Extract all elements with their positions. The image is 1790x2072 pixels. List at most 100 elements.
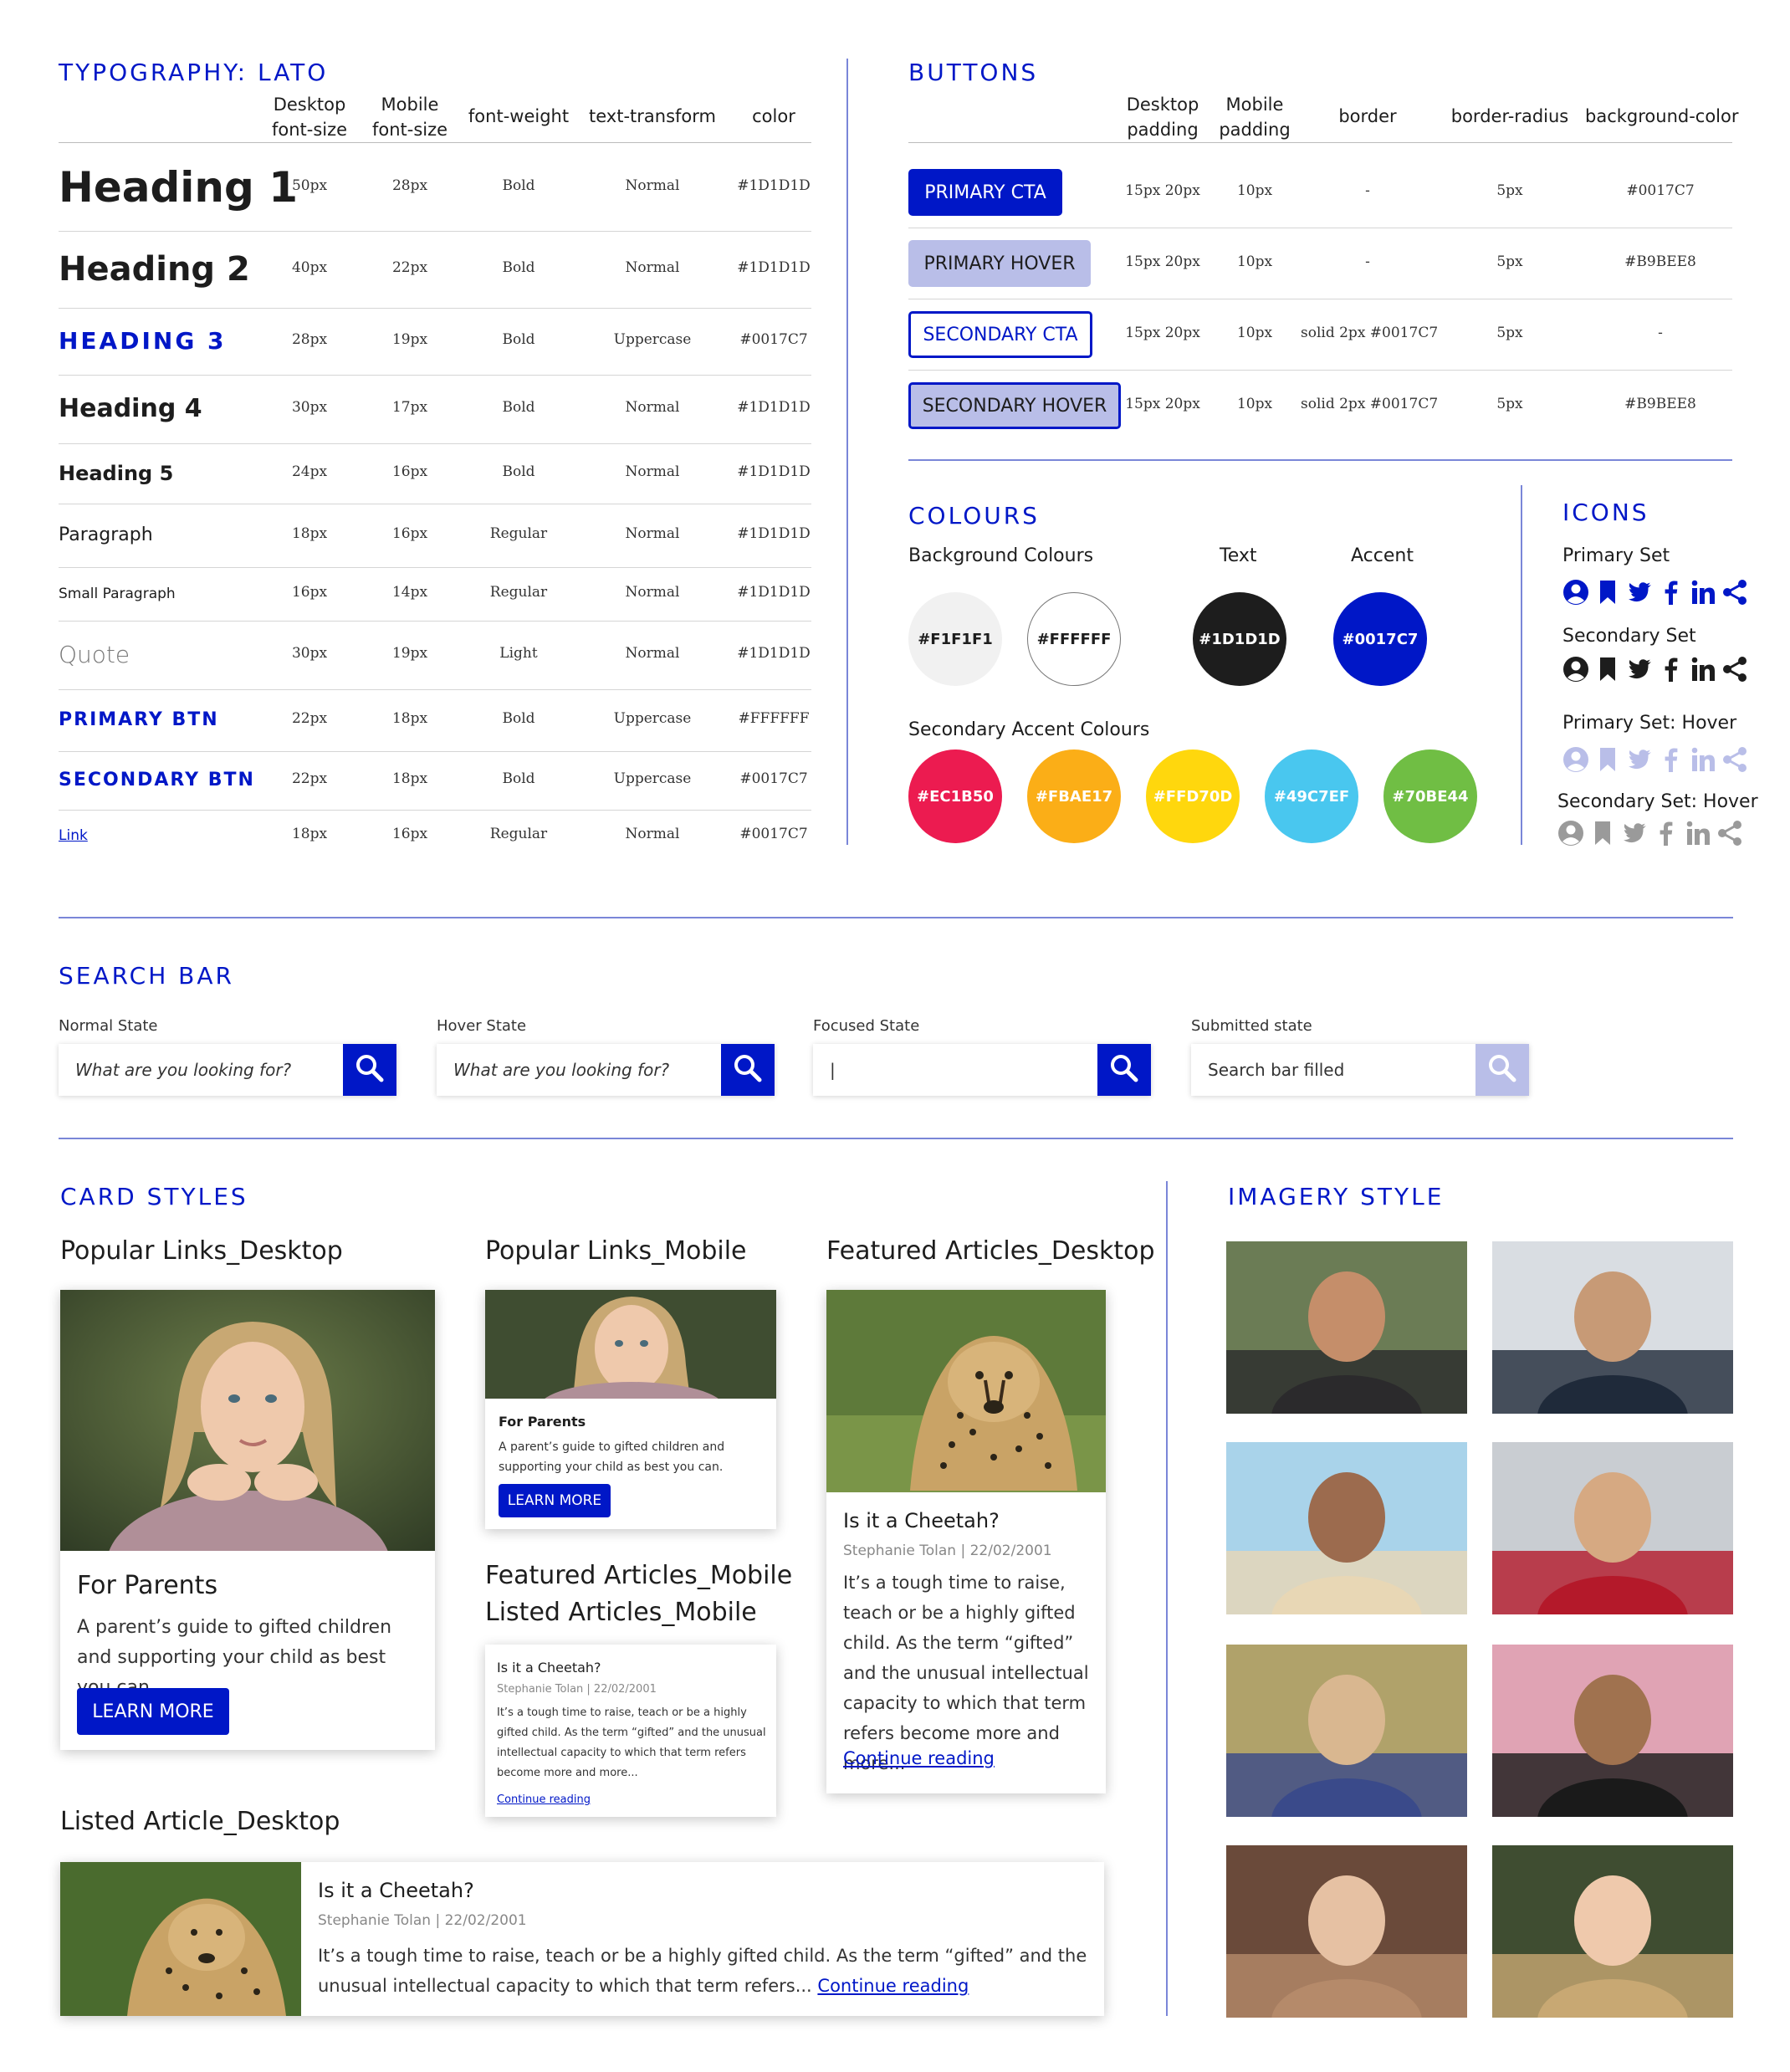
continue-reading-link[interactable]: Continue reading xyxy=(817,1976,969,1996)
search-input[interactable]: What are you looking for? xyxy=(437,1044,721,1096)
search-button[interactable] xyxy=(721,1044,775,1096)
primary-cta-button[interactable]: PRIMARY CTA xyxy=(908,169,1062,216)
typo-paragraph-color: #1D1D1D xyxy=(737,525,811,542)
user-icon[interactable] xyxy=(1562,579,1589,606)
typo-sample-quote: Quote xyxy=(59,641,130,668)
typo-sample-secondary-btn: SECONDARY BTN xyxy=(59,770,255,790)
typo-heading-2-mobile: 22px xyxy=(391,259,428,276)
share-icon[interactable] xyxy=(1721,579,1748,606)
learn-more-button[interactable]: LEARN MORE xyxy=(77,1688,229,1735)
featured-mobile-label: Featured Articles_Mobile xyxy=(485,1561,793,1590)
facebook-icon[interactable] xyxy=(1658,656,1685,683)
accent-colour-label: Accent xyxy=(1351,545,1414,566)
linkedin-icon[interactable] xyxy=(1685,820,1711,847)
divider xyxy=(846,59,848,845)
twitter-icon[interactable] xyxy=(1626,746,1653,773)
twitter-icon[interactable] xyxy=(1626,656,1653,683)
share-icon[interactable] xyxy=(1721,656,1748,683)
typo-secondary-btn-desktop: 22px xyxy=(291,770,328,787)
search-button[interactable] xyxy=(1097,1044,1151,1096)
primary-hover-button[interactable]: PRIMARY HOVER xyxy=(908,240,1091,287)
btn-secondary-hover-button-border: solid 2px #0017C7 xyxy=(1301,396,1439,412)
btn-primary-cta-button-border: - xyxy=(1365,182,1370,199)
typo-small-paragraph-weight: Regular xyxy=(489,584,548,601)
bookmark-icon[interactable] xyxy=(1594,746,1621,773)
linkedin-icon[interactable] xyxy=(1690,656,1716,683)
typo-secondary-btn-weight: Bold xyxy=(502,770,535,787)
typo-secondary-btn-mobile: 18px xyxy=(391,770,428,787)
popular-desktop-heading: For Parents xyxy=(77,1571,218,1600)
featured-desktop-label: Featured Articles_Desktop xyxy=(826,1236,1155,1266)
featured-articles-mobile-card[interactable]: Is it a Cheetah? Stephanie Tolan | 22/02… xyxy=(485,1645,776,1817)
popular-mobile-heading: For Parents xyxy=(499,1414,586,1430)
popular-mobile-label: Popular Links_Mobile xyxy=(485,1236,747,1266)
icons-title: ICONS xyxy=(1562,499,1649,526)
facebook-icon[interactable] xyxy=(1658,746,1685,773)
user-icon[interactable] xyxy=(1557,820,1584,847)
continue-reading-link[interactable]: Continue reading xyxy=(497,1793,591,1806)
search-icon xyxy=(355,1053,385,1087)
search-state-label-1: Hover State xyxy=(437,1017,527,1035)
divider xyxy=(1521,485,1522,845)
listed-desktop-meta: Stephanie Tolan | 22/02/2001 xyxy=(318,1912,527,1929)
search-button[interactable] xyxy=(343,1044,396,1096)
buttons-header-radius: border-radius xyxy=(1450,106,1569,126)
typo-heading-5-mobile: 16px xyxy=(391,463,428,480)
popular-links-mobile-card[interactable]: For Parents A parent’s guide to gifted c… xyxy=(485,1290,776,1529)
icon-set-label-0: Primary Set xyxy=(1562,545,1670,566)
btn-primary-cta-button-bg: #0017C7 xyxy=(1626,182,1695,199)
typo-heading-3-color: #0017C7 xyxy=(739,331,808,348)
icon-set-row-0 xyxy=(1562,579,1748,606)
typo-primary-btn-weight: Bold xyxy=(502,710,535,727)
swatch-text: #1D1D1D xyxy=(1193,592,1286,686)
bookmark-icon[interactable] xyxy=(1594,579,1621,606)
continue-reading-link[interactable]: Continue reading xyxy=(843,1748,995,1768)
bookmark-icon[interactable] xyxy=(1594,656,1621,683)
text-colour-label: Text xyxy=(1220,545,1257,566)
featured-articles-desktop-card[interactable]: Is it a Cheetah? Stephanie Tolan | 22/02… xyxy=(826,1290,1106,1793)
search-bar-3: Search bar filled xyxy=(1191,1044,1529,1096)
btn-secondary-hover-button-bg: #B9BEE8 xyxy=(1624,396,1696,412)
typo-paragraph-mobile: 16px xyxy=(391,525,428,542)
typo-heading-2-weight: Bold xyxy=(502,259,535,276)
typo-link-transform: Normal xyxy=(625,826,680,842)
listed-article-desktop-card[interactable]: Is it a Cheetah? Stephanie Tolan | 22/02… xyxy=(60,1862,1104,2016)
share-icon[interactable] xyxy=(1721,746,1748,773)
swatch-background-f1f1f1: #F1F1F1 xyxy=(908,592,1002,686)
secondary-hover-button[interactable]: SECONDARY HOVER xyxy=(908,382,1121,429)
linkedin-icon[interactable] xyxy=(1690,746,1716,773)
featured-desktop-meta: Stephanie Tolan | 22/02/2001 xyxy=(843,1542,1052,1559)
search-title: SEARCH BAR xyxy=(59,962,235,990)
share-icon[interactable] xyxy=(1716,820,1743,847)
facebook-icon[interactable] xyxy=(1658,579,1685,606)
search-button[interactable] xyxy=(1475,1044,1529,1096)
cheetah-photo xyxy=(60,1862,301,2016)
swatch-accent: #0017C7 xyxy=(1333,592,1427,686)
twitter-icon[interactable] xyxy=(1626,579,1653,606)
user-icon[interactable] xyxy=(1562,656,1589,683)
facebook-icon[interactable] xyxy=(1653,820,1680,847)
girl-photo xyxy=(485,1290,776,1399)
swatch-secondary-0: #EC1B50 xyxy=(908,750,1002,843)
boys-photo xyxy=(1226,1241,1467,1414)
search-input[interactable]: What are you looking for? xyxy=(59,1044,343,1096)
user-icon[interactable] xyxy=(1562,746,1589,773)
search-input[interactable]: | xyxy=(813,1044,1097,1096)
typo-sample-link[interactable]: Link xyxy=(59,811,88,861)
divider xyxy=(1166,1181,1168,2016)
bookmark-icon[interactable] xyxy=(1589,820,1616,847)
btn-secondary-cta-button-bg: - xyxy=(1658,325,1663,341)
typography-header-color: color xyxy=(752,106,795,126)
learn-more-button[interactable]: LEARN MORE xyxy=(499,1484,611,1517)
girl-smiling-photo xyxy=(1492,1645,1733,1817)
search-input[interactable]: Search bar filled xyxy=(1191,1044,1475,1096)
twitter-icon[interactable] xyxy=(1621,820,1648,847)
linkedin-icon[interactable] xyxy=(1690,579,1716,606)
secondary-cta-button[interactable]: SECONDARY CTA xyxy=(908,311,1092,358)
typo-heading-1-color: #1D1D1D xyxy=(737,177,811,194)
typo-heading-1-desktop: 50px xyxy=(291,177,328,194)
popular-links-desktop-card[interactable]: For Parents A parent’s guide to gifted c… xyxy=(60,1290,435,1750)
typo-heading-5-color: #1D1D1D xyxy=(737,463,811,480)
cards-title: CARD STYLES xyxy=(60,1183,248,1210)
typo-sample-small-paragraph: Small Paragraph xyxy=(59,586,176,602)
